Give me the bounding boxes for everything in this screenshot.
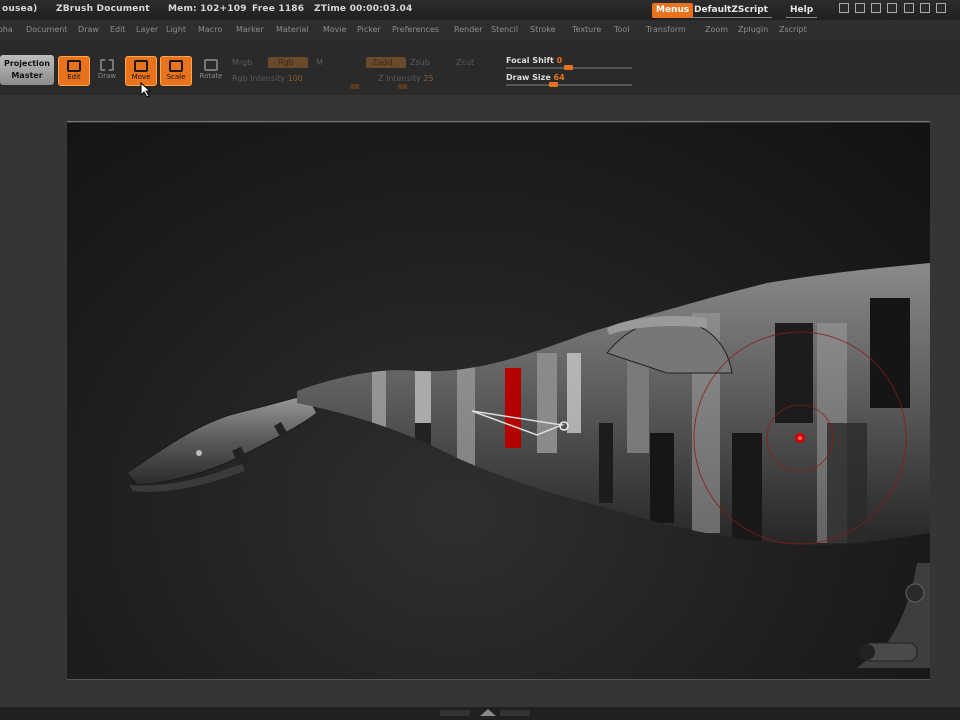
z-intensity-slider[interactable]: Z Intensity 25 — [378, 74, 434, 83]
menu-item-macro[interactable]: Macro — [198, 25, 222, 34]
layout-icon[interactable] — [919, 3, 930, 13]
menu-item-stencil[interactable]: Stencil — [491, 25, 518, 34]
menu-item-document[interactable]: Document — [26, 25, 67, 34]
menu-item-transform[interactable]: Transform — [646, 25, 686, 34]
z-intensity-value: 25 — [423, 74, 434, 83]
canvas-top-border — [67, 121, 930, 122]
z-intensity-knob[interactable] — [398, 84, 407, 89]
canvas-bottom-border — [67, 679, 930, 680]
draw-button[interactable]: Draw — [91, 56, 123, 86]
layout-icon[interactable] — [855, 3, 866, 13]
layout-icon[interactable] — [887, 3, 898, 13]
free-readout: Free 1186 — [252, 4, 305, 14]
rgb-intensity-slider[interactable]: Rgb Intensity 100 — [232, 74, 303, 83]
edit-pen-icon — [67, 60, 81, 72]
menu-item-alpha[interactable]: Alpha — [0, 25, 13, 34]
expand-arrow-icon[interactable] — [480, 709, 496, 716]
rgb-intensity-label: Rgb Intensity — [232, 74, 286, 83]
m-toggle[interactable]: M — [316, 58, 323, 67]
draw-size-slider[interactable]: Draw Size 64 — [506, 73, 565, 82]
menu-item-picker[interactable]: Picker — [357, 25, 381, 34]
layout-icon[interactable] — [839, 3, 849, 13]
canvas-area — [0, 95, 960, 707]
draw-size-value: 64 — [553, 73, 565, 82]
menu-item-draw[interactable]: Draw — [78, 25, 99, 34]
menu-item-tool[interactable]: Tool — [614, 25, 630, 34]
zcut-toggle[interactable]: Zcut — [456, 58, 474, 67]
menu-item-preferences[interactable]: Preferences — [392, 25, 439, 34]
scale-label: Scale — [166, 73, 186, 81]
help-button[interactable]: Help — [786, 3, 818, 18]
move-arrows-icon — [134, 60, 148, 72]
menu-item-zplugin[interactable]: Zplugin — [738, 25, 768, 34]
scale-button[interactable]: Scale — [160, 56, 192, 86]
mem-readout: Mem: 102+109 — [168, 4, 247, 14]
document-canvas[interactable] — [67, 123, 930, 680]
menu-item-layer[interactable]: Layer — [136, 25, 158, 34]
focal-shift-label: Focal Shift — [506, 56, 554, 65]
shelf-handle-left[interactable] — [440, 710, 470, 716]
draw-size-track[interactable] — [506, 84, 632, 86]
draw-brush-icon — [100, 59, 114, 71]
bottom-shelf — [0, 707, 960, 720]
model-head — [126, 394, 318, 492]
scale-box-icon — [169, 60, 183, 72]
edit-label: Edit — [67, 73, 81, 81]
menu-item-texture[interactable]: Texture — [572, 25, 601, 34]
layout-icon[interactable] — [903, 3, 914, 13]
menus-toggle-button[interactable]: Menus — [652, 3, 694, 18]
zbrush-window: ousea) ZBrush Document Mem: 102+109 Free… — [0, 0, 960, 720]
menu-item-material[interactable]: Material — [276, 25, 309, 34]
menu-item-movie[interactable]: Movie — [323, 25, 347, 34]
menu-item-zscript[interactable]: Zscript — [779, 25, 807, 34]
focal-shift-knob[interactable] — [564, 65, 573, 70]
rotate-button[interactable]: Rotate — [195, 56, 227, 86]
zsub-toggle[interactable]: Zsub — [410, 58, 430, 67]
window-controls — [836, 3, 956, 18]
menu-item-render[interactable]: Render — [454, 25, 482, 34]
layout-icon[interactable] — [935, 3, 946, 13]
menu-bar: Alpha Document Draw Edit Layer Light Macro Mark… — [0, 20, 960, 40]
focal-shift-value: 0 — [556, 56, 563, 65]
draw-size-knob[interactable] — [549, 82, 559, 87]
rgb-intensity-value: 100 — [287, 74, 303, 83]
projection-master-button[interactable]: Projection Master — [0, 55, 54, 85]
rgb-toggle: Rgb — [278, 58, 294, 67]
edit-button[interactable]: Edit — [58, 56, 90, 86]
zadd-toggle: Zadd — [372, 58, 393, 67]
model-viewport[interactable] — [67, 123, 930, 680]
model-body — [297, 263, 930, 545]
shelf-handle-right[interactable] — [500, 710, 530, 716]
projection-label-line2: Master — [11, 71, 43, 80]
rotate-icon — [204, 59, 218, 71]
rotate-label: Rotate — [199, 72, 223, 80]
z-intensity-label: Z Intensity — [378, 74, 421, 83]
menu-item-zoom[interactable]: Zoom — [705, 25, 728, 34]
mouse-pointer-icon — [140, 82, 152, 98]
title-fragment: ousea) — [2, 4, 38, 14]
focal-shift-slider[interactable]: Focal Shift 0 — [506, 56, 562, 65]
menu-item-light[interactable]: Light — [166, 25, 186, 34]
projection-label-line1: Projection — [4, 59, 50, 68]
draw-label: Draw — [97, 72, 117, 80]
menu-item-edit[interactable]: Edit — [110, 25, 126, 34]
model-leg — [857, 563, 930, 668]
title-bar: ousea) ZBrush Document Mem: 102+109 Free… — [0, 0, 960, 20]
move-label: Move — [131, 73, 151, 81]
menu-item-stroke[interactable]: Stroke — [530, 25, 556, 34]
rgb-intensity-knob[interactable] — [350, 84, 359, 89]
mrgb-toggle[interactable]: Mrgb — [232, 58, 252, 67]
ztime-readout: ZTime 00:00:03.04 — [314, 4, 413, 14]
document-title: ZBrush Document — [56, 4, 150, 14]
menu-item-marker[interactable]: Marker — [236, 25, 264, 34]
script-button[interactable]: DefaultZScript — [690, 3, 772, 18]
draw-size-label: Draw Size — [506, 73, 551, 82]
layout-icon[interactable] — [871, 3, 882, 13]
